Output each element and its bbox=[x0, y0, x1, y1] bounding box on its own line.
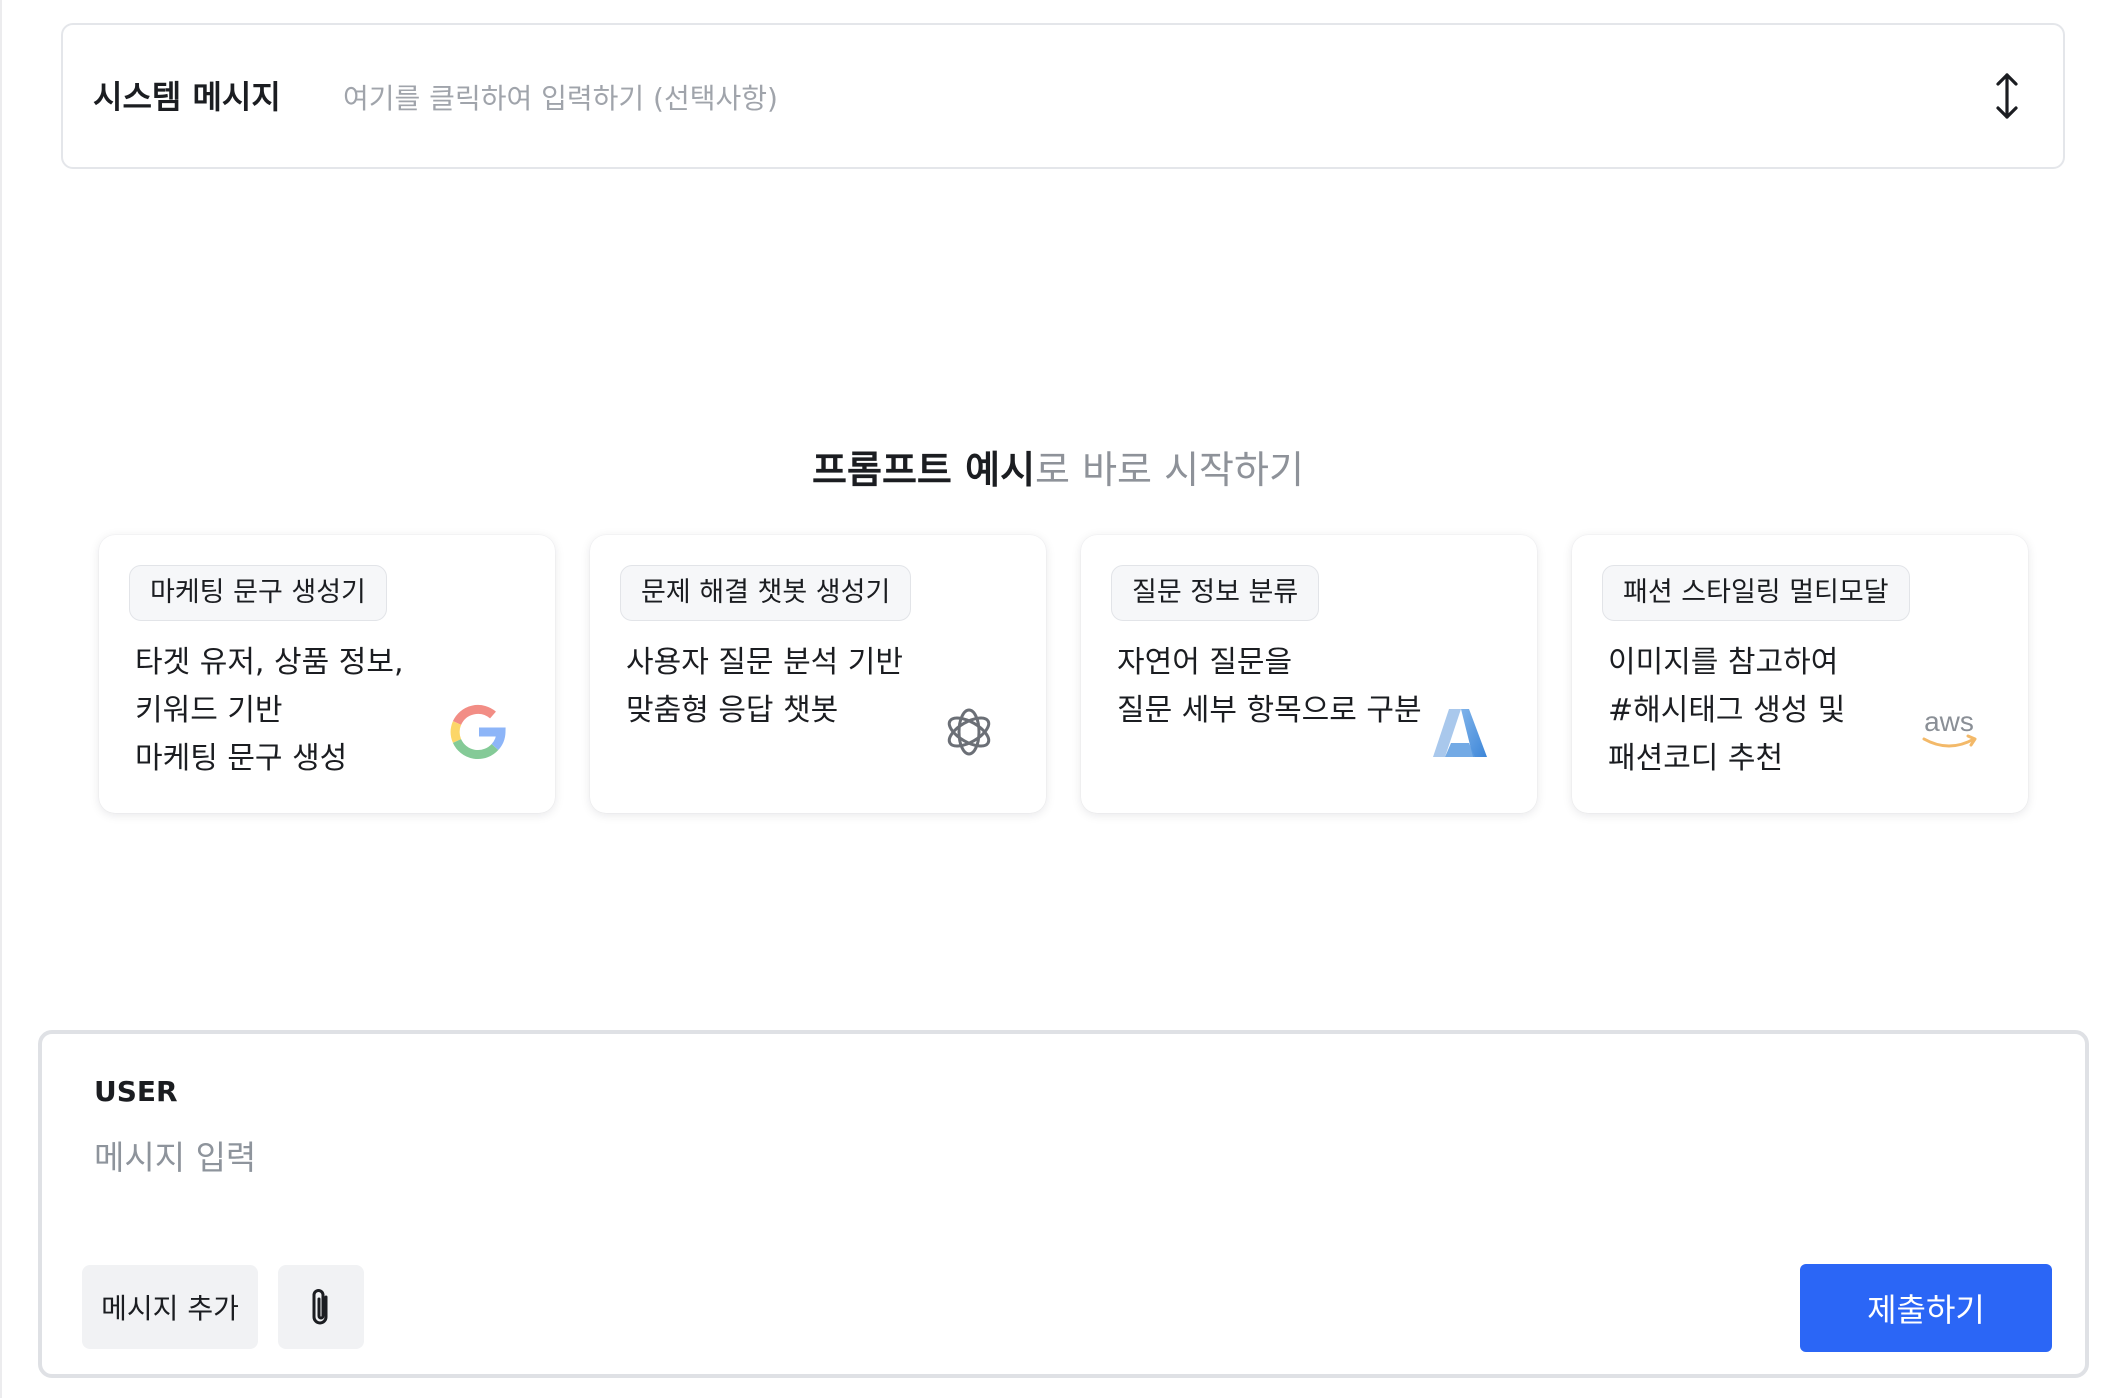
card-tag: 문제 해결 챗봇 생성기 bbox=[620, 565, 912, 621]
card-description: 자연어 질문을 질문 세부 항목으로 구분 bbox=[1117, 645, 1422, 728]
card-description: 사용자 질문 분석 기반 맞춤형 응답 챗봇 bbox=[626, 645, 904, 728]
submit-button[interactable]: 제출하기 bbox=[1800, 1264, 2052, 1352]
left-edge-divider bbox=[0, 0, 2, 1398]
card-tag: 마케팅 문구 생성기 bbox=[129, 565, 387, 621]
example-card-fashion[interactable]: 패션 스타일링 멀티모달 이미지를 참고하여 #해시태그 생성 및 패션코디 추… bbox=[1572, 535, 2028, 813]
example-card-marketing[interactable]: 마케팅 문구 생성기 타겟 유저, 상품 정보, 키워드 기반 마케팅 문구 생… bbox=[99, 535, 555, 813]
card-tag: 질문 정보 분류 bbox=[1111, 565, 1320, 621]
message-input[interactable] bbox=[94, 1132, 1994, 1182]
system-message-placeholder[interactable]: 여기를 클릭하여 입력하기 (선택사항) bbox=[343, 81, 778, 117]
azure-logo-icon bbox=[1429, 701, 1491, 763]
aws-logo-icon: aws bbox=[1916, 705, 1982, 757]
attach-button[interactable] bbox=[278, 1265, 364, 1349]
aws-logo-text: aws bbox=[1924, 706, 1974, 737]
system-message-label: 시스템 메시지 bbox=[93, 78, 281, 116]
system-message-bar[interactable]: 시스템 메시지 여기를 클릭하여 입력하기 (선택사항) bbox=[61, 23, 2065, 169]
message-composer: USER 메시지 추가 제출하기 bbox=[38, 1030, 2089, 1378]
openai-logo-icon bbox=[938, 701, 1000, 763]
example-card-classification[interactable]: 질문 정보 분류 자연어 질문을 질문 세부 항목으로 구분 bbox=[1081, 535, 1537, 813]
heading-strong-text: 프롬프트 예시 bbox=[812, 448, 1036, 492]
google-logo-icon bbox=[447, 701, 509, 763]
add-message-button[interactable]: 메시지 추가 bbox=[82, 1265, 258, 1349]
playground-page: 시스템 메시지 여기를 클릭하여 입력하기 (선택사항) 프롬프트 예시로 바로… bbox=[0, 0, 2116, 1398]
paperclip-icon bbox=[312, 1289, 328, 1325]
card-description: 이미지를 참고하여 #해시태그 생성 및 패션코디 추천 bbox=[1608, 645, 1846, 776]
example-card-chatbot[interactable]: 문제 해결 챗봇 생성기 사용자 질문 분석 기반 맞춤형 응답 챗봇 bbox=[590, 535, 1046, 813]
prompt-examples-heading: 프롬프트 예시로 바로 시작하기 bbox=[0, 446, 2116, 494]
card-description: 타겟 유저, 상품 정보, 키워드 기반 마케팅 문구 생성 bbox=[135, 645, 404, 776]
vertical-resize-icon[interactable] bbox=[1983, 71, 2031, 121]
card-tag: 패션 스타일링 멀티모달 bbox=[1602, 565, 1910, 621]
heading-light-text: 로 바로 시작하기 bbox=[1035, 448, 1304, 492]
role-label[interactable]: USER bbox=[94, 1074, 178, 1110]
